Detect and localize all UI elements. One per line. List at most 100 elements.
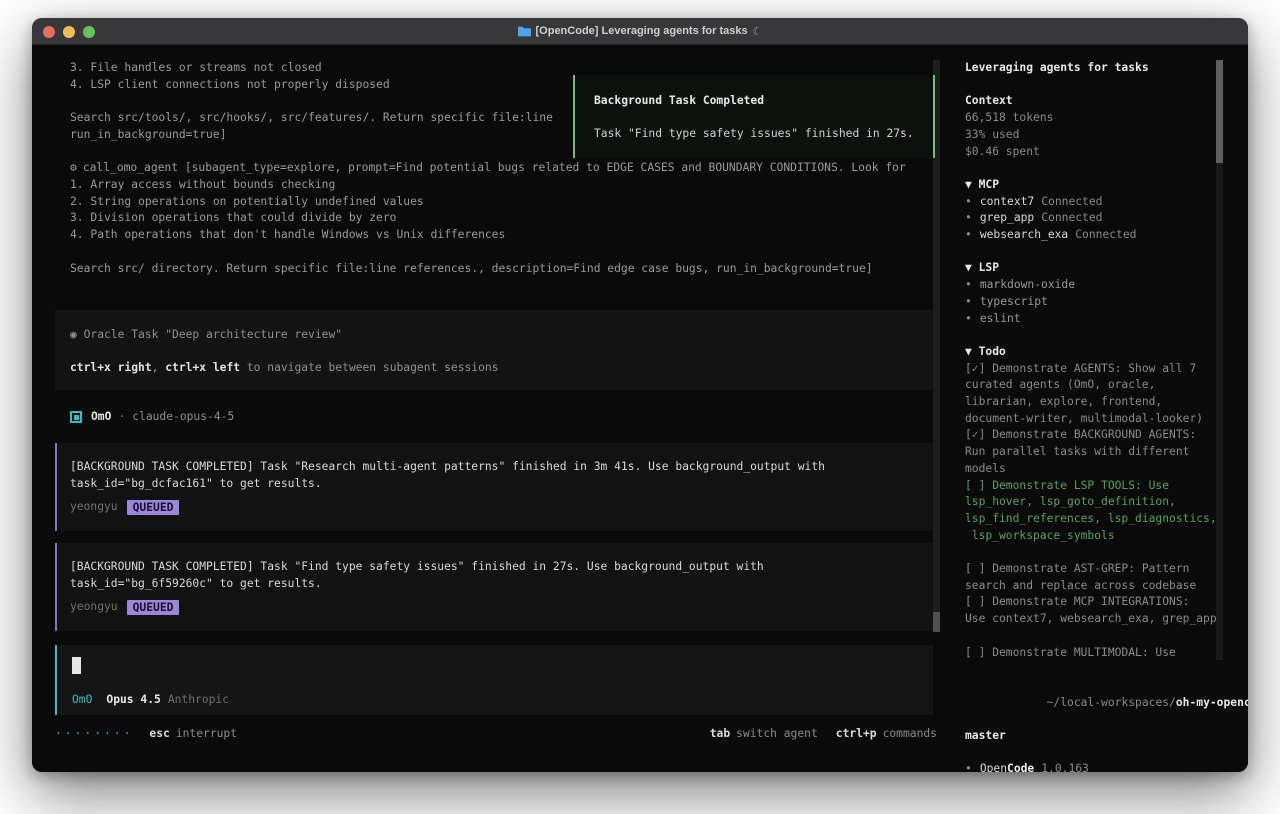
mcp-status: Connected xyxy=(1041,210,1102,227)
bullet-icon: • xyxy=(965,761,972,772)
esc-key-hint: esc xyxy=(149,726,169,743)
app-name-open: Open xyxy=(980,761,1007,772)
spinner-dots: ········ xyxy=(55,726,133,743)
message-card: [BACKGROUND TASK COMPLETED] Task "Resear… xyxy=(55,443,933,531)
lsp-section: ▼ LSP • markdown-oxide • typescript • es… xyxy=(965,260,1227,327)
message-body: [BACKGROUND TASK COMPLETED] Task "Resear… xyxy=(70,459,920,492)
workspace-path: ~/local-workspaces/oh-my-opencode: maste… xyxy=(965,678,1227,745)
tool-call-text: call_omo_agent [subagent_type=explore, p… xyxy=(83,161,906,174)
input-model-name: Opus 4.5 xyxy=(106,692,160,709)
input-model-info: OmO Opus 4.5 Anthropic xyxy=(72,692,229,709)
mcp-name: websearch_exa xyxy=(980,227,1068,244)
hint-rest: to navigate between subagent sessions xyxy=(240,361,498,374)
bullet-icon: • xyxy=(965,277,972,294)
bullet-icon: • xyxy=(965,227,972,244)
window-title-text: [OpenCode] Leveraging agents for tasks xyxy=(536,25,748,37)
context-section: Context 66,518 tokens 33% used $0.46 spe… xyxy=(965,93,1227,160)
notification-title: Background Task Completed xyxy=(594,93,914,110)
gear-icon: ⚙ xyxy=(70,161,77,174)
prompt-input[interactable]: OmO Opus 4.5 Anthropic xyxy=(55,645,933,715)
context-heading: Context xyxy=(965,93,1227,110)
message-card: [BACKGROUND TASK COMPLETED] Task "Find t… xyxy=(55,543,933,631)
tab-key-label: switch agent xyxy=(736,726,818,743)
message-author: yeongyu xyxy=(70,499,118,516)
message-body: [BACKGROUND TASK COMPLETED] Task "Find t… xyxy=(70,559,920,592)
sidebar-scrollbar[interactable] xyxy=(1216,60,1223,660)
status-badge: QUEUED xyxy=(127,600,180,615)
lsp-name: eslint xyxy=(980,311,1021,328)
todo-item: [ ] Demonstrate LSP TOOLS: Use lsp_hover… xyxy=(965,478,1227,545)
todo-item: [✓] Demonstrate BACKGROUND AGENTS: Run p… xyxy=(965,427,1227,477)
scrollback-text: 3. File handles or streams not closed 4.… xyxy=(70,60,553,144)
todo-heading[interactable]: ▼ Todo xyxy=(965,344,1227,361)
main-scrollbar-thumb[interactable] xyxy=(933,612,940,632)
oracle-task-panel: ◉ Oracle Task "Deep architecture review"… xyxy=(55,310,933,390)
lsp-item: • typescript xyxy=(965,294,1227,311)
lsp-item: • eslint xyxy=(965,311,1227,328)
workspace-branch: master xyxy=(965,728,1227,745)
subagent-navigation-hint: ctrl+x right, ctrl+x left to navigate be… xyxy=(70,360,918,377)
hint-separator: , xyxy=(152,361,166,374)
agent-name: OmO xyxy=(91,409,111,426)
background-task-notification: Background Task Completed Task "Find typ… xyxy=(573,75,935,158)
session-title: Leveraging agents for tasks xyxy=(965,60,1227,77)
input-provider-name: Anthropic xyxy=(168,692,229,709)
context-spent: $0.46 spent xyxy=(965,144,1227,161)
agent-model: claude-opus-4-5 xyxy=(132,409,234,426)
zoom-button[interactable] xyxy=(83,26,95,38)
mcp-item: • grep_app Connected xyxy=(965,210,1227,227)
conversation-pane: 3. File handles or streams not closed 4.… xyxy=(32,45,947,772)
status-badge: QUEUED xyxy=(127,500,180,515)
mcp-status: Connected xyxy=(1075,227,1136,244)
mcp-heading[interactable]: ▼ MCP xyxy=(965,177,1227,194)
window-title: [OpenCode] Leveraging agents for tasks ☾ xyxy=(518,25,763,38)
lsp-name: typescript xyxy=(980,294,1048,311)
mcp-name: context7 xyxy=(980,194,1034,211)
bullet-icon: • xyxy=(965,294,972,311)
bullet-icon: • xyxy=(965,194,972,211)
message-author: yeongyu xyxy=(70,599,118,616)
mcp-item: • websearch_exa Connected xyxy=(965,227,1227,244)
mcp-section: ▼ MCP • context7 Connected • grep_app Co… xyxy=(965,177,1227,244)
traffic-lights xyxy=(43,26,95,38)
sidebar: Leveraging agents for tasks Context 66,5… xyxy=(947,45,1248,772)
mcp-name: grep_app xyxy=(980,210,1034,227)
bullet-icon: • xyxy=(965,210,972,227)
terminal-window: [OpenCode] Leveraging agents for tasks ☾… xyxy=(32,18,1248,772)
todo-item: [ ] Demonstrate MCP INTEGRATIONS: Use co… xyxy=(965,594,1227,627)
esc-key-label: interrupt xyxy=(176,726,237,743)
window-titlebar[interactable]: [OpenCode] Leveraging agents for tasks ☾ xyxy=(32,18,1248,45)
lsp-item: • markdown-oxide xyxy=(965,277,1227,294)
mcp-status: Connected xyxy=(1041,194,1102,211)
app-name-code: Code xyxy=(1007,761,1034,772)
status-bar: ········ esc interrupt tab switch agent … xyxy=(55,726,937,743)
mcp-item: • context7 Connected xyxy=(965,194,1227,211)
hint-key-left: ctrl+x left xyxy=(165,361,240,374)
tool-call-body: 1. Array access without bounds checking … xyxy=(70,177,873,277)
tab-key-hint: tab xyxy=(710,726,730,743)
minimize-button[interactable] xyxy=(63,26,75,38)
notification-body: Task "Find type safety issues" finished … xyxy=(594,126,914,143)
close-button[interactable] xyxy=(43,26,55,38)
ctrlp-key-label: commands xyxy=(883,726,937,743)
app-version: • OpenCode 1.0.163 xyxy=(965,761,1227,772)
context-used: 33% used xyxy=(965,127,1227,144)
tool-call-line: ⚙ call_omo_agent [subagent_type=explore, … xyxy=(70,160,906,177)
lsp-heading[interactable]: ▼ LSP xyxy=(965,260,1227,277)
todo-item: [ ] Demonstrate MULTIMODAL: Use xyxy=(965,645,1227,662)
workspace-prefix: ~/local-workspaces/ xyxy=(1047,696,1176,709)
agent-icon xyxy=(70,411,82,423)
text-cursor xyxy=(72,657,81,674)
bullet-icon: • xyxy=(965,311,972,328)
folder-icon xyxy=(518,26,531,37)
app-version-number: 1.0.163 xyxy=(1041,761,1089,772)
workspace-repo: oh-my-opencode: xyxy=(1176,696,1248,709)
input-agent-name: OmO xyxy=(72,692,92,709)
moon-icon: ☾ xyxy=(753,25,763,38)
context-tokens: 66,518 tokens xyxy=(965,110,1227,127)
todo-section: ▼ Todo [✓] Demonstrate AGENTS: Show all … xyxy=(965,344,1227,661)
lsp-name: markdown-oxide xyxy=(980,277,1075,294)
oracle-task-title: ◉ Oracle Task "Deep architecture review" xyxy=(70,327,918,344)
todo-item: [✓] Demonstrate AGENTS: Show all 7 curat… xyxy=(965,361,1227,428)
sidebar-scrollbar-thumb[interactable] xyxy=(1216,60,1223,163)
